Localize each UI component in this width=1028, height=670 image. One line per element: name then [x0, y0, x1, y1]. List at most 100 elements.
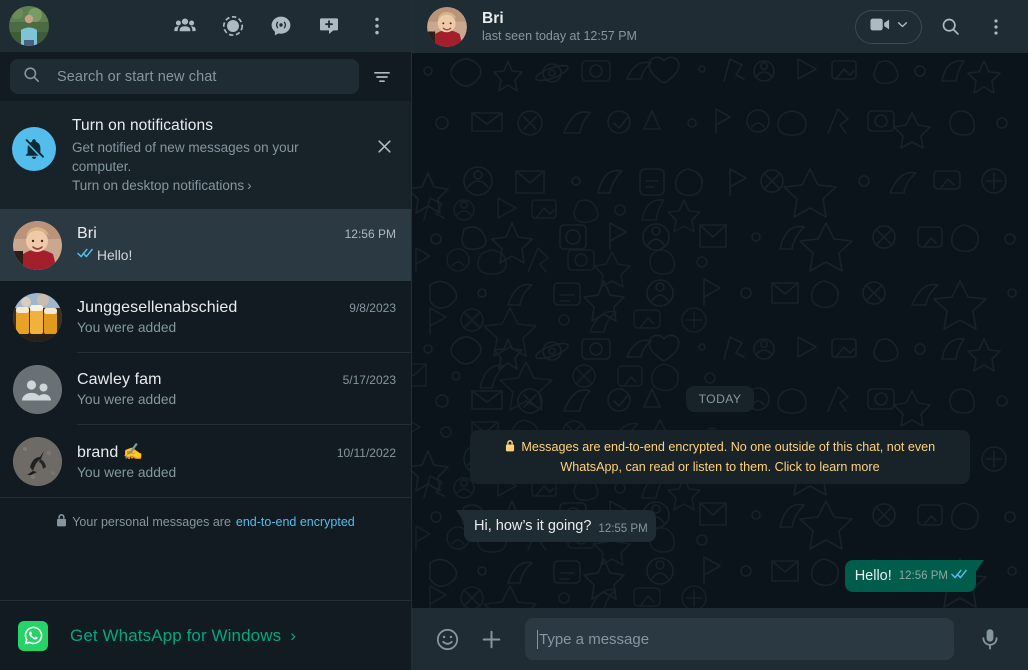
message-text: Hello! [854, 568, 892, 584]
contact-info[interactable]: Bri last seen today at 12:57 PM [482, 10, 855, 43]
chat-name: brand ✍️ [77, 444, 143, 461]
chat-item-bottom-line: You were added [77, 320, 396, 335]
get-whatsapp-label-wrap: Get WhatsApp for Windows › [70, 626, 296, 646]
text-caret [537, 629, 538, 649]
bubble-tail-icon [456, 510, 465, 523]
search-icon [22, 65, 41, 89]
encryption-note-link[interactable]: end-to-end encrypted [236, 515, 355, 529]
chat-item-body: Bri 12:56 PM Hello! [77, 209, 411, 281]
day-divider: TODAY [685, 386, 755, 412]
chat-preview-text: You were added [77, 319, 177, 335]
lock-icon [505, 440, 519, 454]
encryption-note-prefix: Your personal messages are [72, 515, 231, 529]
message-timestamp: 12:55 PM [598, 523, 648, 535]
avatar-image [9, 6, 49, 46]
notification-banner[interactable]: Turn on notifications Get notified of ne… [0, 101, 411, 209]
chevron-right-icon: › [290, 625, 296, 645]
contact-name: Bri [482, 10, 504, 27]
personal-messages-encryption-note: Your personal messages are end-to-end en… [0, 497, 411, 532]
chat-timestamp: 12:56 PM [344, 227, 396, 241]
left-nav-bar [0, 0, 411, 52]
emoji-icon[interactable] [427, 619, 467, 659]
chat-preview-text: Hello! [97, 247, 133, 263]
chat-list-item-junggesellenabschied[interactable]: Junggesellenabschied 9/8/2023 You were a… [0, 281, 411, 353]
chat-preview-text: You were added [77, 465, 177, 480]
message-bubble-outgoing[interactable]: Hello! 12:56 PM [844, 560, 984, 592]
chat-timestamp: 5/17/2023 [342, 372, 396, 387]
lock-icon [56, 514, 67, 530]
search-row: Search or start new chat [0, 52, 411, 101]
search-placeholder: Search or start new chat [57, 68, 217, 85]
notification-link-label: Turn on desktop notifications [72, 178, 245, 193]
message-input[interactable]: Type a message [525, 618, 954, 660]
chat-item-top-line: Junggesellenabschied 9/8/2023 [77, 299, 396, 317]
get-whatsapp-label: Get WhatsApp for Windows [70, 625, 282, 645]
close-icon[interactable] [371, 133, 397, 159]
my-profile-avatar[interactable] [9, 6, 49, 46]
chat-item-bottom-line: You were added [77, 392, 396, 407]
message-timestamp: 12:56 PM [898, 570, 948, 582]
message-row-outgoing: Hello! 12:56 PM [464, 560, 984, 592]
day-divider-row: TODAY [464, 386, 976, 412]
search-input[interactable]: Search or start new chat [10, 59, 359, 94]
message-list[interactable]: TODAY Messages are end-to-end encrypted.… [412, 53, 1028, 608]
new-chat-icon[interactable] [309, 6, 349, 46]
chat-item-top-line: Cawley fam 5/17/2023 [77, 371, 396, 389]
chat-list-item-bri[interactable]: Bri 12:56 PM Hello! [0, 209, 411, 281]
attach-icon[interactable] [471, 619, 511, 659]
conversation-header: Bri last seen today at 12:57 PM [412, 0, 1028, 53]
avatar [13, 220, 62, 270]
menu-icon[interactable] [357, 6, 397, 46]
voice-message-icon[interactable] [970, 619, 1010, 659]
get-whatsapp-for-windows-banner[interactable]: Get WhatsApp for Windows › [0, 600, 411, 670]
avatar-default-group [13, 364, 62, 414]
header-actions [855, 9, 1014, 45]
notification-title: Turn on notifications [72, 117, 214, 134]
encryption-notice[interactable]: Messages are end-to-end encrypted. No on… [470, 430, 970, 484]
video-camera-icon [870, 17, 890, 37]
chat-list-item-cawley-fam[interactable]: Cawley fam 5/17/2023 You were added [0, 353, 411, 425]
messages-content: TODAY Messages are end-to-end encrypted.… [456, 386, 984, 596]
avatar [13, 436, 62, 486]
message-bubble-incoming[interactable]: Hi, how’s it going? 12:55 PM [456, 510, 656, 542]
chat-name: Junggesellenabschied [77, 298, 238, 316]
encryption-notice-text: Messages are end-to-end encrypted. No on… [521, 440, 936, 474]
channels-icon[interactable] [261, 6, 301, 46]
chat-list-item-brand[interactable]: brand ✍️ 10/11/2022 You were added [0, 425, 411, 497]
chats-panel: Search or start new chat Turn on notific… [0, 0, 412, 670]
message-composer: Type a message [412, 608, 1028, 670]
encryption-notice-row: Messages are end-to-end encrypted. No on… [464, 430, 976, 484]
chat-timestamp: 9/8/2023 [349, 300, 396, 315]
chat-timestamp: 10/11/2022 [336, 446, 396, 460]
filter-chats-icon[interactable] [365, 60, 399, 94]
chevron-right-icon: › [247, 178, 252, 193]
chat-name: Bri [77, 225, 97, 242]
chat-item-body: Cawley fam 5/17/2023 You were added [77, 353, 411, 425]
nav-icon-group [165, 6, 397, 46]
double-check-icon [951, 567, 968, 585]
notification-subtitle: Get notified of new messages on your com… [72, 140, 299, 174]
chat-item-body: Junggesellenabschied 9/8/2023 You were a… [77, 281, 411, 353]
conversation-panel: Bri last seen today at 12:57 PM TODAY Me… [412, 0, 1028, 670]
whatsapp-window: Search or start new chat Turn on notific… [0, 0, 1028, 670]
chevron-down-icon [896, 18, 909, 36]
contact-avatar[interactable] [427, 6, 467, 47]
chat-item-bottom-line: Hello! [77, 246, 396, 264]
status-icon[interactable] [213, 6, 253, 46]
message-meta: 12:56 PM [899, 567, 968, 585]
video-call-button[interactable] [855, 9, 922, 44]
encryption-note-text: Your personal messages are end-to-end en… [56, 514, 355, 530]
whatsapp-logo-icon [18, 620, 48, 651]
bubble-tail-icon [975, 560, 984, 573]
search-in-chat-icon[interactable] [932, 9, 968, 45]
chat-item-top-line: brand ✍️ 10/11/2022 [77, 442, 396, 462]
message-input-placeholder: Type a message [539, 630, 650, 648]
conversation-menu-icon[interactable] [978, 9, 1014, 45]
bell-off-icon [12, 127, 56, 171]
avatar [13, 292, 62, 342]
chat-name: Cawley fam [77, 370, 162, 388]
message-row-incoming: Hi, how’s it going? 12:55 PM [456, 510, 976, 542]
communities-icon[interactable] [165, 6, 205, 46]
contact-status: last seen today at 12:57 PM [482, 29, 637, 43]
enable-desktop-notifications-link[interactable]: Turn on desktop notifications › [72, 176, 252, 195]
